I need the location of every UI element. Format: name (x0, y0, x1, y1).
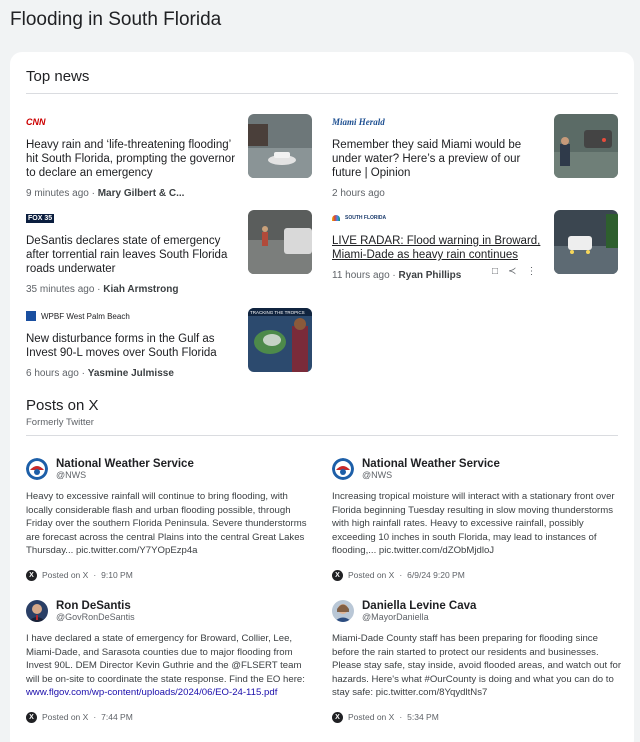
fox35-logo: FOX 35 (26, 213, 55, 223)
posted-on-label: Posted on X (348, 570, 395, 580)
post-header: National Weather Service @NWS (26, 456, 316, 482)
news-time: 11 hours ago (332, 270, 390, 281)
news-time: 35 minutes ago (26, 284, 95, 295)
x-logo-icon: X (26, 569, 37, 581)
news-time: 2 hours ago (332, 188, 385, 199)
cnn-logo: CNN (26, 117, 46, 127)
news-headline[interactable]: Heavy rain and ‘life-threatening floodin… (26, 138, 236, 180)
post-text: Increasing tropical moisture will intera… (332, 491, 615, 556)
divider (26, 435, 618, 436)
post-text: Heavy to excessive rainfall will continu… (26, 491, 307, 556)
x-logo-icon: X (332, 711, 343, 723)
news-headline[interactable]: New disturbance forms in the Gulf as Inv… (26, 332, 236, 360)
news-item[interactable]: WPBF West Palm Beach New disturbance for… (26, 308, 316, 379)
news-item[interactable]: Miami Herald Remember they said Miami wo… (332, 114, 622, 199)
noaa-avatar[interactable] (26, 458, 48, 480)
news-thumbnail[interactable] (248, 114, 312, 178)
news-meta: 35 minutes ago · Kiah Armstrong (26, 284, 179, 295)
share-icon[interactable]: ≺ (508, 266, 516, 277)
divider (26, 93, 618, 94)
post-text-body: I have declared a state of emergency for… (26, 633, 305, 685)
post-text: I have declared a state of emergency for… (26, 632, 316, 700)
news-meta: 2 hours ago (332, 188, 622, 199)
post-author-name[interactable]: Ron DeSantis (56, 600, 135, 612)
thumb-caption: TRACKING THE TROPICS (250, 310, 305, 315)
news-actions: □ ≺ ⋮ (492, 266, 536, 277)
post-author-name[interactable]: National Weather Service (56, 458, 194, 470)
wpbf-logo-icon (26, 311, 36, 321)
news-thumbnail[interactable] (248, 210, 312, 274)
post-footer: X Posted on X · 9:10 PM (26, 569, 316, 581)
posts-subtitle: Formerly Twitter (26, 417, 94, 428)
page-title: Flooding in South Florida (10, 9, 222, 30)
post-author-name[interactable]: National Weather Service (362, 458, 500, 470)
x-logo-icon: X (26, 711, 37, 723)
nbc-logo (332, 215, 340, 221)
news-time: 6 hours ago (26, 368, 79, 379)
noaa-avatar[interactable] (332, 458, 354, 480)
news-author: Ryan Phillips (398, 270, 462, 281)
news-author: Yasmine Julmisse (87, 368, 174, 379)
post-author-name[interactable]: Daniella Levine Cava (362, 600, 476, 612)
post-time: 7:44 PM (101, 712, 133, 722)
posted-on-label: Posted on X (42, 712, 89, 722)
bookmark-icon[interactable]: □ (492, 266, 498, 277)
news-author: Mary Gilbert & C... (97, 188, 185, 199)
post-footer: X Posted on X · 7:44 PM (26, 711, 316, 723)
post-header: Daniella Levine Cava @MayorDaniella (332, 598, 622, 624)
posts-title: Posts on X (26, 397, 99, 414)
x-logo-icon: X (332, 569, 343, 581)
post-header: Ron DeSantis @GovRonDeSantis (26, 598, 316, 624)
news-thumbnail[interactable] (554, 114, 618, 178)
more-icon[interactable]: ⋮ (526, 266, 536, 277)
post-footer: X Posted on X · 5:34 PM (332, 711, 622, 723)
results-card: Top news CNN Heavy rain and ‘life-threat… (10, 52, 634, 742)
news-item[interactable]: CNN Heavy rain and ‘life-threatening flo… (26, 114, 316, 199)
top-news-title: Top news (26, 68, 90, 85)
miami-herald-logo: Miami Herald (332, 117, 385, 127)
post-time: 6/9/24 9:20 PM (407, 570, 465, 580)
post-handle[interactable]: @MayorDaniella (362, 612, 476, 622)
news-item[interactable]: SOUTH FLORIDA LIVE RADAR: Flood warning … (332, 210, 622, 281)
post-time: 5:34 PM (407, 712, 439, 722)
post-footer: X Posted on X · 6/9/24 9:20 PM (332, 569, 622, 581)
source-name: SOUTH FLORIDA (345, 215, 387, 221)
posted-on-label: Posted on X (348, 712, 395, 722)
x-post[interactable]: Ron DeSantis @GovRonDeSantis I have decl… (26, 598, 316, 723)
post-handle[interactable]: @NWS (56, 470, 194, 480)
x-post[interactable]: National Weather Service @NWS Heavy to e… (26, 456, 316, 581)
news-headline[interactable]: Remember they said Miami would be under … (332, 138, 542, 180)
news-item[interactable]: FOX 35 DeSantis declares state of emerge… (26, 210, 316, 295)
source-name: WPBF West Palm Beach (41, 311, 130, 321)
news-thumbnail[interactable] (554, 210, 618, 274)
posted-on-label: Posted on X (42, 570, 89, 580)
news-thumbnail[interactable]: TRACKING THE TROPICS (248, 308, 312, 372)
post-link[interactable]: www.flgov.com/wp-content/uploads/2024/06… (26, 687, 277, 698)
x-post[interactable]: National Weather Service @NWS Increasing… (332, 456, 622, 581)
news-headline[interactable]: LIVE RADAR: Flood warning in Broward, Mi… (332, 234, 542, 262)
news-author: Kiah Armstrong (103, 284, 179, 295)
post-time: 9:10 PM (101, 570, 133, 580)
post-handle[interactable]: @NWS (362, 470, 500, 480)
post-handle[interactable]: @GovRonDeSantis (56, 612, 135, 622)
news-meta: 9 minutes ago · Mary Gilbert & C... (26, 188, 185, 199)
news-headline[interactable]: DeSantis declares state of emergency aft… (26, 234, 236, 276)
x-post[interactable]: Daniella Levine Cava @MayorDaniella Miam… (332, 598, 622, 723)
news-time: 9 minutes ago (26, 188, 89, 199)
desantis-avatar[interactable] (26, 600, 48, 622)
levine-cava-avatar[interactable] (332, 600, 354, 622)
post-text: Miami-Dade County staff has been prepari… (332, 633, 622, 698)
post-header: National Weather Service @NWS (332, 456, 622, 482)
